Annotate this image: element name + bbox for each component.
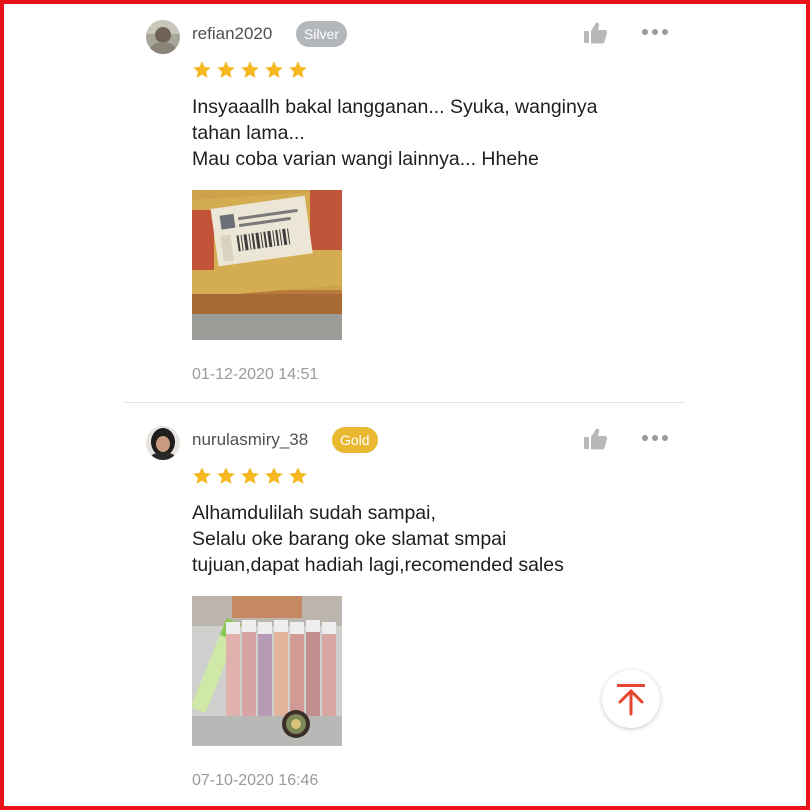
comment-line: tujuan,dapat hadiah lagi,recomended sale… (192, 554, 564, 576)
review-comment: Alhamdulilah sudah sampai, Selalu oke ba… (192, 500, 662, 578)
star-icon (265, 467, 283, 484)
review-photo[interactable] (192, 190, 342, 340)
comment-line: Selalu oke barang oke slamat smpai (192, 528, 507, 550)
star-icon (193, 61, 211, 78)
comment-line: Alhamdulilah sudah sampai, (192, 502, 436, 524)
username[interactable]: refian2020 (192, 24, 272, 44)
star-icon (241, 467, 259, 484)
scroll-to-top-button[interactable] (602, 670, 660, 728)
star-icon (217, 61, 235, 78)
comment-line: Mau coba varian wangi lainnya... Hhehe (192, 148, 539, 170)
star-rating (192, 466, 308, 486)
review-divider (124, 402, 685, 403)
review-date: 01-12-2020 14:51 (192, 366, 319, 383)
more-options-icon[interactable] (640, 433, 670, 443)
comment-line: Insyaaallh bakal langganan... Syuka, wan… (192, 96, 598, 118)
more-options-icon[interactable] (640, 27, 670, 37)
star-icon (217, 467, 235, 484)
review-comment: Insyaaallh bakal langganan... Syuka, wan… (192, 94, 662, 172)
screenshot-frame: refian2020 Silver Insyaaallh bakal langg… (0, 0, 810, 810)
review-photo[interactable] (192, 596, 342, 746)
thumbs-up-icon[interactable] (582, 21, 608, 45)
star-icon (289, 61, 307, 78)
username[interactable]: nurulasmiry_38 (192, 430, 308, 450)
arrow-to-top-icon (617, 684, 645, 716)
thumbs-up-icon[interactable] (582, 427, 608, 451)
avatar[interactable] (146, 20, 180, 54)
star-icon (289, 467, 307, 484)
avatar[interactable] (146, 426, 180, 460)
comment-line: tahan lama... (192, 122, 305, 144)
review-date: 07-10-2020 16:46 (192, 772, 319, 789)
member-badge-silver: Silver (296, 21, 348, 47)
star-icon (265, 61, 283, 78)
star-icon (193, 467, 211, 484)
star-rating (192, 60, 308, 80)
star-icon (241, 61, 259, 78)
member-badge-gold: Gold (332, 427, 378, 453)
